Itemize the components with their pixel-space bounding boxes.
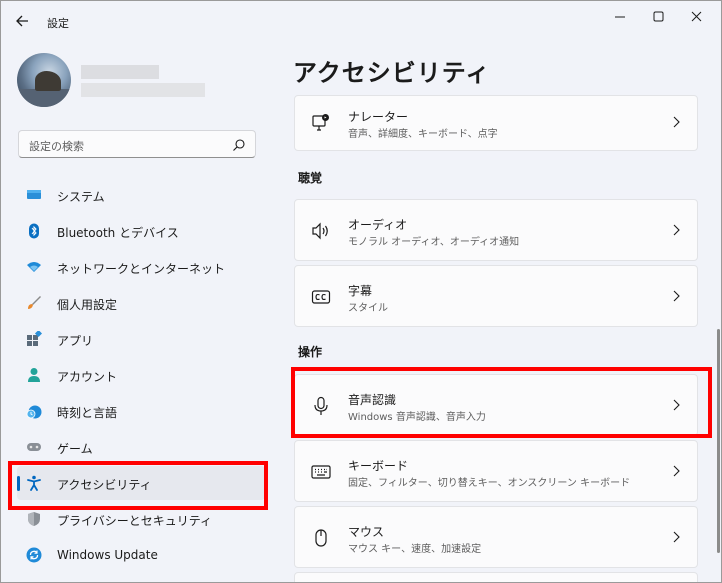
sidebar-item-gaming[interactable]: ゲーム [17, 430, 265, 464]
mouse-card[interactable]: マウス マウス キー、速度、加速設定 [294, 506, 698, 568]
settings-window: 設定 設定の検索 システム Bluetooth とデバイス ネットワークとインタ… [0, 0, 722, 583]
close-button[interactable] [681, 7, 711, 27]
chevron-right-icon [673, 531, 680, 543]
bluetooth-icon [29, 223, 39, 239]
card-subtitle: スタイル [348, 303, 388, 314]
search-icon [233, 139, 245, 151]
card-title: マウス [348, 525, 385, 539]
sidebar-item-label: 時刻と言語 [57, 406, 118, 420]
minimize-icon [615, 16, 625, 18]
gamepad-icon [27, 443, 41, 451]
page-title: アクセシビリティ [293, 59, 491, 87]
window-title: 設定 [47, 17, 69, 30]
audio-card[interactable]: オーディオ モノラル オーディオ、オーディオ通知 [294, 199, 698, 261]
sidebar-item-apps[interactable]: アプリ [17, 322, 265, 356]
sidebar-item-personalization[interactable]: 個人用設定 [17, 286, 265, 320]
clock-globe-icon [26, 405, 42, 419]
wifi-icon [27, 262, 41, 272]
maximize-button[interactable] [643, 7, 673, 27]
title-bar: 設定 [1, 1, 721, 41]
sidebar-item-network[interactable]: ネットワークとインターネット [17, 250, 265, 284]
card-subtitle: マウス キー、速度、加速設定 [348, 544, 482, 555]
chevron-right-icon [673, 224, 680, 236]
avatar [17, 53, 71, 107]
user-name-blurred [81, 65, 159, 79]
sidebar-item-time-language[interactable]: 時刻と言語 [17, 394, 265, 428]
sidebar-item-label: ネットワークとインターネット [57, 262, 226, 276]
vertical-scrollbar[interactable] [717, 329, 720, 553]
back-button[interactable] [13, 11, 33, 31]
chevron-right-icon [673, 465, 680, 477]
sidebar-item-label: プライバシーとセキュリティ [57, 514, 213, 528]
sidebar-item-label: システム [57, 190, 105, 204]
brush-icon [28, 296, 41, 309]
user-email-blurred [81, 83, 205, 97]
sidebar-item-label: ゲーム [57, 442, 93, 456]
sidebar-item-label: Bluetooth とデバイス [57, 226, 179, 240]
card-title: オーディオ [348, 218, 408, 232]
chevron-right-icon [673, 290, 680, 302]
next-card-partial[interactable] [294, 572, 698, 582]
shield-icon [28, 512, 40, 526]
narrator-card[interactable]: ナレーター 音声、詳細度、キーボード、点字 [294, 95, 698, 151]
card-subtitle: モノラル オーディオ、オーディオ通知 [348, 237, 520, 248]
narrator-icon [312, 114, 329, 131]
sidebar-item-windows-update[interactable]: Windows Update [17, 538, 265, 572]
card-subtitle: 音声、詳細度、キーボード、点字 [348, 129, 498, 140]
sidebar-item-accounts[interactable]: アカウント [17, 358, 265, 392]
apps-icon [27, 331, 42, 346]
settings-search-box[interactable]: 設定の検索 [18, 130, 256, 158]
monitor-icon [27, 190, 41, 199]
chevron-right-icon [673, 116, 680, 128]
keyboard-icon [311, 465, 331, 479]
search-placeholder: 設定の検索 [29, 140, 84, 153]
sidebar-item-bluetooth[interactable]: Bluetooth とデバイス [17, 214, 265, 248]
update-icon [26, 547, 42, 563]
highlight-box-speech [291, 367, 712, 438]
card-title: 字幕 [348, 284, 373, 298]
highlight-box-accessibility [8, 461, 268, 510]
sidebar-item-label: アプリ [57, 334, 94, 348]
cc-icon [311, 290, 331, 304]
card-title: キーボード [348, 459, 409, 473]
back-arrow-icon [16, 15, 28, 27]
account-icon [28, 368, 40, 382]
sidebar-item-system[interactable]: システム [17, 178, 265, 212]
speaker-icon [312, 222, 328, 240]
minimize-button[interactable] [605, 7, 635, 27]
section-hearing: 聴覚 [298, 171, 323, 185]
sidebar-item-label: アカウント [57, 370, 118, 384]
mouse-icon [315, 529, 327, 547]
sidebar-item-label: 個人用設定 [57, 298, 118, 312]
card-subtitle: 固定、フィルター、切り替えキー、オンスクリーン キーボード [348, 478, 631, 489]
captions-card[interactable]: 字幕 スタイル [294, 265, 698, 327]
section-interaction: 操作 [298, 345, 323, 359]
card-title: ナレーター [348, 110, 409, 124]
close-icon [691, 11, 702, 22]
sidebar-item-label: Windows Update [57, 548, 158, 562]
maximize-icon [653, 11, 664, 22]
keyboard-card[interactable]: キーボード 固定、フィルター、切り替えキー、オンスクリーン キーボード [294, 440, 698, 502]
